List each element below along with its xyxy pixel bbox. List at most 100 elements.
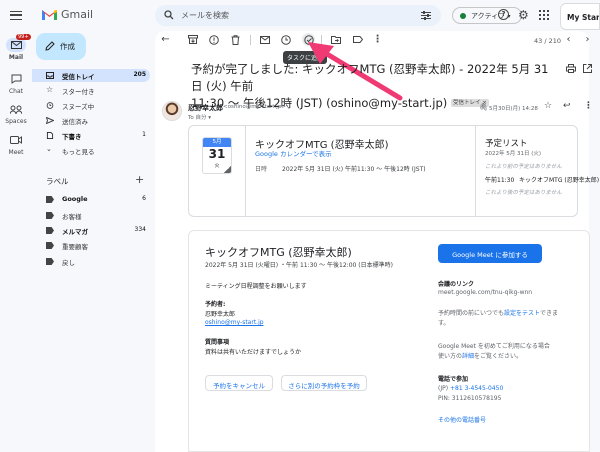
join-meet-label: Google Meet に参加する <box>452 251 528 259</box>
meet-link-label: 会議のリンク <box>438 281 475 288</box>
star-icon[interactable]: ☆ <box>544 101 552 111</box>
booker-email[interactable]: oshino@my-start.jp <box>205 319 264 326</box>
agenda-after: これより後の予定はありません <box>485 190 562 196</box>
when-value: 2022年 5月 31日 (火) 午前11:30 ～ 午後12時 (JST) <box>282 166 426 173</box>
apps-icon[interactable] <box>539 10 549 20</box>
recipient-line[interactable]: To 自分 ▾ <box>188 113 211 121</box>
print-icon[interactable] <box>565 63 576 74</box>
label-item-returned[interactable]: 戻し <box>32 255 150 268</box>
details-link[interactable]: 詳細 <box>462 353 474 360</box>
test-prefix: 予約時間の前にいつでも <box>438 310 505 317</box>
label-icon <box>46 227 54 234</box>
label-item-important[interactable]: 重要顧客 <box>32 239 150 252</box>
nav-item-snoozed[interactable]: スヌーズ中 <box>32 99 150 112</box>
book-another-button[interactable]: さらに別の予約枠を予約 <box>281 375 367 391</box>
attachment-icon: 🖇 <box>479 103 488 111</box>
top-bar: Gmail メールを検索 アクティブ ▾ ? ⚙ My Start <box>32 0 600 32</box>
label-icon <box>46 258 54 265</box>
search-bar[interactable]: メールを検索 <box>155 5 441 26</box>
nav-label: スヌーズ中 <box>62 103 95 111</box>
newer-chevron-icon[interactable]: ‹ <box>563 34 574 45</box>
sender-email: <oshino@my-start.jp> <box>223 104 286 110</box>
nav-item-drafts[interactable]: 下書き 1 <box>32 129 150 142</box>
meet-link[interactable]: meet.google.com/tnu-qikg-wnn <box>438 289 532 296</box>
phone-number[interactable]: +81 3-4545-0450 <box>450 385 503 392</box>
label-name: Google <box>62 195 88 203</box>
label-icon <box>46 196 54 203</box>
back-icon[interactable]: ← <box>160 34 171 45</box>
nav-item-inbox[interactable]: 受信トレイ 205 <box>32 69 150 82</box>
settings-icon[interactable]: ⚙ <box>518 8 529 22</box>
label-chip-text: 受信トレイ <box>452 100 481 106</box>
rail-item-chat[interactable]: Chat <box>0 72 32 95</box>
search-input[interactable]: メールを検索 <box>181 10 229 21</box>
mail-icon: 99+ <box>6 34 31 52</box>
more-options-icon[interactable]: ⋮ <box>584 101 593 111</box>
agenda-title: 予定リスト <box>485 139 528 149</box>
nav-label: 送信済み <box>62 118 88 126</box>
gmail-icon <box>42 10 57 20</box>
nav-count: 205 <box>133 71 146 78</box>
main-menu-icon[interactable] <box>10 11 22 20</box>
sender-name[interactable]: 忍野幸太郎 <box>188 103 223 113</box>
label-icon <box>46 212 54 219</box>
google-calendar-link[interactable]: Google カレンダーで表示 <box>255 148 332 158</box>
agenda-time: 午前11:30 <box>485 177 515 184</box>
nav-label: スター付き <box>62 88 95 96</box>
spaces-icon <box>6 102 26 116</box>
compose-button[interactable]: 作成 <box>36 33 86 60</box>
status-selector[interactable]: アクティブ ▾ <box>452 7 522 24</box>
nav-item-sent[interactable]: 送信済み <box>32 114 150 127</box>
delete-icon[interactable] <box>230 34 241 45</box>
label-item-customers[interactable]: お客様 <box>32 209 150 222</box>
archive-icon[interactable] <box>187 34 198 45</box>
compose-label: 作成 <box>60 42 75 51</box>
account-switcher[interactable]: My Start <box>560 3 600 30</box>
label-item-newsletter[interactable]: メルマガ 334 <box>32 224 150 237</box>
test-settings-link[interactable]: 設定をテスト <box>504 310 540 317</box>
draft-icon <box>46 132 54 139</box>
subject-line-1: 予約が完了しました: キックオフMTG (忍野幸太郎) - 2022年 5月 3… <box>191 62 549 93</box>
calendar-month: 5月 <box>203 138 231 147</box>
rail-item-meet[interactable]: Meet <box>0 133 32 156</box>
cancel-booking-button[interactable]: 予約をキャンセル <box>205 375 273 391</box>
invite-datetime: 2022年 5月 31日 (火曜日) ・午前 11:30 ～ 午後12:00 (… <box>205 262 393 269</box>
chevron-down-icon: ⌄ <box>46 145 52 153</box>
help-icon[interactable]: ? <box>498 9 509 20</box>
avatar[interactable] <box>162 101 182 121</box>
search-options-icon[interactable] <box>421 11 431 20</box>
first-time-text: Google Meet を初めてご利用になる場合 <box>438 343 550 350</box>
older-chevron-icon[interactable]: › <box>582 34 593 45</box>
agenda-before: これより前の予定はありません <box>485 164 562 170</box>
join-meet-button[interactable]: Google Meet に参加する <box>438 244 542 263</box>
nav-label: 受信トレイ <box>62 73 95 81</box>
rail-label: Spaces <box>5 118 27 125</box>
nav-item-starred[interactable]: ☆ スター付き <box>32 84 150 97</box>
calendar-day: 31 <box>208 147 226 161</box>
open-new-window-icon[interactable] <box>582 63 593 74</box>
more-phone-numbers-link[interactable]: その他の電話番号 <box>438 415 486 424</box>
mark-unread-icon[interactable] <box>259 34 270 45</box>
add-label-icon[interactable]: + <box>135 173 144 186</box>
reply-icon[interactable]: ↩ <box>563 101 571 111</box>
label-count: 334 <box>134 226 146 233</box>
question-text: 資料は共有いただけますでしょうか <box>205 349 302 356</box>
when-label: 日時 <box>255 166 268 173</box>
rail-label: Chat <box>8 88 24 95</box>
search-icon[interactable] <box>164 10 174 20</box>
nav-item-more[interactable]: ⌄ もっと見る <box>32 144 150 157</box>
rail-label: Mail <box>8 54 24 61</box>
test-settings-text-2: す。 <box>438 320 450 327</box>
label-item-google[interactable]: Google 6 <box>32 193 150 206</box>
app-name: Gmail <box>61 8 94 21</box>
snooze-icon[interactable] <box>280 34 291 45</box>
booker-name: 忍野幸太郎 <box>205 311 236 318</box>
report-spam-icon[interactable] <box>208 34 219 45</box>
invite-message: ミーティング日程調整をお願いします <box>205 283 307 290</box>
gmail-logo[interactable]: Gmail <box>41 8 93 21</box>
agenda-event[interactable]: キックオフMTG (忍野幸太郎) <box>519 175 599 184</box>
nav-count: 1 <box>142 131 146 138</box>
account-label: My Start <box>567 13 600 22</box>
rail-item-spaces[interactable]: Spaces <box>0 102 32 125</box>
rail-item-mail[interactable]: 99+ Mail <box>0 34 32 61</box>
